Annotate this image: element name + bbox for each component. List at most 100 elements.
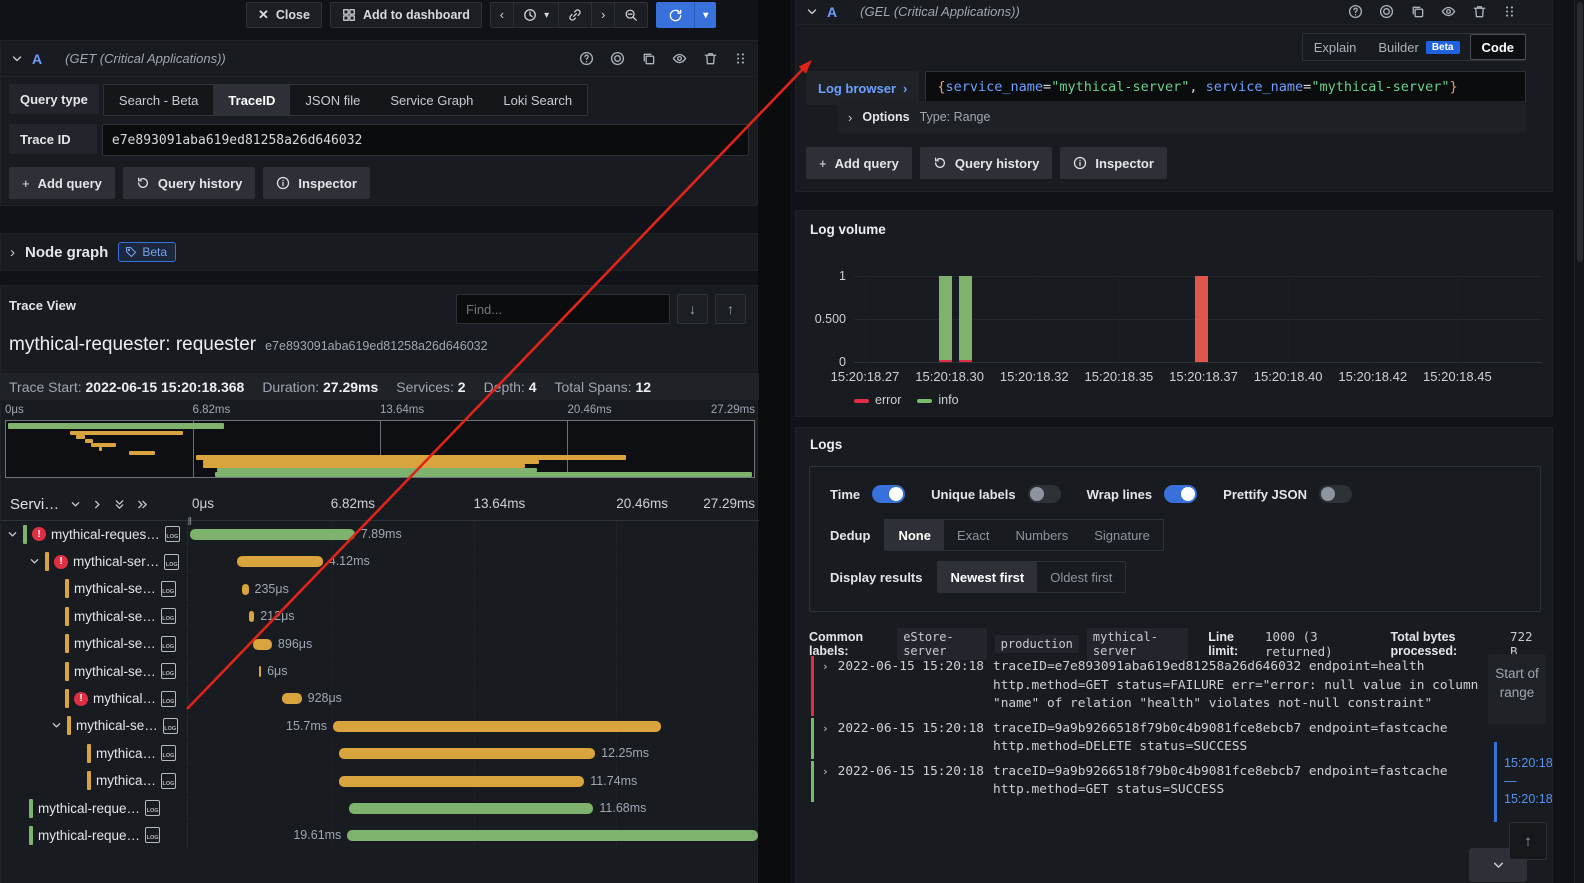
inspector-button[interactable]: Inspector — [263, 167, 370, 199]
span-row[interactable]: mythical-se… LOG 212μs — [1, 603, 759, 630]
span-logs-icon[interactable]: LOG — [161, 745, 176, 761]
span-row[interactable]: ! mythical-reques… LOG 7.89ms — [1, 521, 759, 548]
disable-query-icon[interactable] — [1379, 4, 1394, 19]
trash-icon[interactable] — [703, 51, 718, 66]
span-logs-icon[interactable]: LOG — [165, 526, 180, 542]
span-row[interactable]: mythical-se… LOG 235μs — [1, 576, 759, 603]
info-bar[interactable] — [939, 276, 952, 362]
chevron-right-icon[interactable] — [92, 499, 103, 510]
span-logs-icon[interactable]: LOG — [161, 581, 176, 597]
help-icon[interactable] — [1348, 4, 1363, 19]
log-row[interactable]: › 2022-06-15 15:20:18 traceID=9a9b926651… — [811, 761, 1487, 802]
label-chip[interactable]: production — [995, 635, 1079, 653]
drag-handle-icon[interactable] — [734, 51, 747, 66]
dedup-exact[interactable]: Exact — [944, 520, 1003, 550]
find-prev-button[interactable]: ↑ — [715, 294, 746, 324]
find-next-button[interactable]: ↓ — [677, 294, 708, 324]
help-icon[interactable] — [579, 51, 594, 66]
expand-chevron-icon[interactable]: › — [822, 720, 829, 757]
chevron-down-icon[interactable] — [70, 499, 81, 510]
mode-builder[interactable]: BuilderBeta — [1367, 34, 1470, 60]
expand-chevron-icon[interactable]: › — [822, 658, 829, 714]
time-shift-right-button[interactable]: › — [591, 2, 614, 28]
eye-icon[interactable] — [1441, 4, 1456, 19]
display-newest-first[interactable]: Newest first — [938, 562, 1038, 592]
scroll-to-top-button[interactable]: ↑ — [1509, 822, 1547, 860]
span-logs-icon[interactable]: LOG — [161, 636, 176, 652]
span-row[interactable]: mythica… LOG 12.25ms — [1, 740, 759, 767]
prettify-json-toggle[interactable] — [1319, 485, 1352, 503]
trash-icon[interactable] — [1472, 4, 1487, 19]
drag-handle-icon[interactable] — [1503, 4, 1516, 19]
span-logs-icon[interactable]: LOG — [161, 691, 176, 707]
log-volume-plot[interactable] — [854, 276, 1542, 363]
eye-icon[interactable] — [672, 51, 687, 66]
add-query-button[interactable]: +Add query — [9, 167, 115, 199]
chevron-down-icon[interactable] — [51, 720, 62, 731]
disable-query-icon[interactable] — [610, 51, 625, 66]
double-chevron-right-icon[interactable] — [136, 499, 149, 510]
refresh-interval-button[interactable]: ▾ — [695, 2, 716, 28]
span-row[interactable]: ! mythical… LOG 928μs — [1, 685, 759, 712]
node-graph-section[interactable]: › Node graph Beta — [0, 233, 758, 271]
span-row[interactable]: mythical-se… LOG 896μs — [1, 631, 759, 658]
query-row-header[interactable]: A (GEL (Critical Applications)) — [796, 0, 1552, 25]
close-split-button[interactable]: ✕ Close — [246, 2, 322, 28]
add-to-dashboard-button[interactable]: Add to dashboard — [330, 2, 482, 28]
zoom-out-button[interactable] — [614, 2, 648, 28]
span-logs-icon[interactable]: LOG — [145, 827, 160, 843]
time-toggle[interactable] — [872, 485, 905, 503]
span-row[interactable]: mythical-reque… LOG 11.68ms — [1, 795, 759, 822]
span-logs-icon[interactable]: LOG — [145, 800, 160, 816]
refresh-button[interactable] — [656, 2, 695, 28]
query-row-header[interactable]: A (GET (Critical Applications)) — [1, 41, 757, 77]
dedup-numbers[interactable]: Numbers — [1002, 520, 1081, 550]
span-row[interactable]: mythical-reque… LOG 19.61ms — [1, 822, 759, 849]
span-logs-icon[interactable]: LOG — [163, 718, 178, 734]
span-row[interactable]: mythical-se… LOG 15.7ms — [1, 713, 759, 740]
span-row[interactable]: ! mythical-ser… LOG 4.12ms — [1, 548, 759, 575]
dedup-signature[interactable]: Signature — [1081, 520, 1163, 550]
time-range-button[interactable]: ▾ — [513, 2, 558, 28]
copy-icon[interactable] — [1410, 4, 1425, 19]
span-row[interactable]: mythical-se… LOG 6μs — [1, 658, 759, 685]
span-logs-icon[interactable]: LOG — [164, 554, 179, 570]
query-history-button[interactable]: Query history — [920, 147, 1053, 179]
mode-code[interactable]: Code — [1470, 34, 1527, 60]
log-browser-button[interactable]: Log browser› — [806, 71, 919, 105]
vertical-scrollbar[interactable] — [1574, 0, 1584, 883]
legend-error[interactable]: error — [854, 393, 901, 407]
log-row[interactable]: › 2022-06-15 15:20:18 traceID=9a9b926651… — [811, 718, 1487, 759]
time-shift-left-button[interactable]: ‹ — [490, 2, 513, 28]
query-options-row[interactable]: › Options Type: Range — [838, 101, 1526, 133]
logql-query-field[interactable]: {service_name="mythical-server", service… — [925, 71, 1526, 105]
copy-icon[interactable] — [641, 51, 656, 66]
log-row[interactable]: › 2022-06-15 15:20:18 traceID=e7e893091a… — [811, 656, 1487, 716]
chevron-down-icon[interactable] — [29, 556, 40, 567]
add-query-button[interactable]: +Add query — [806, 147, 912, 179]
tab-json-file[interactable]: JSON file — [290, 85, 375, 115]
span-logs-icon[interactable]: LOG — [161, 663, 176, 679]
unique-labels-toggle[interactable] — [1028, 485, 1061, 503]
info-bar[interactable] — [959, 276, 972, 362]
service-operation-column-header[interactable]: Servi… ‖ — [1, 488, 188, 520]
display-oldest-first[interactable]: Oldest first — [1037, 562, 1125, 592]
copy-link-button[interactable] — [558, 2, 591, 28]
tab-search-beta[interactable]: Search - Beta — [104, 85, 214, 115]
tab-service-graph[interactable]: Service Graph — [375, 85, 488, 115]
span-logs-icon[interactable]: LOG — [161, 773, 176, 789]
query-history-button[interactable]: Query history — [123, 167, 256, 199]
find-input[interactable] — [456, 294, 670, 324]
trace-minimap[interactable] — [5, 420, 755, 478]
mode-explain[interactable]: Explain — [1303, 34, 1368, 60]
tab-loki-search[interactable]: Loki Search — [488, 85, 587, 115]
tab-traceid[interactable]: TraceID — [213, 85, 290, 115]
span-row[interactable]: mythica… LOG 11.74ms — [1, 768, 759, 795]
chevron-down-icon[interactable] — [7, 529, 18, 540]
wrap-lines-toggle[interactable] — [1164, 485, 1197, 503]
expand-chevron-icon[interactable]: › — [822, 763, 829, 800]
span-logs-icon[interactable]: LOG — [161, 608, 176, 624]
error-bar[interactable] — [1195, 276, 1208, 362]
double-chevron-down-icon[interactable] — [114, 498, 125, 511]
trace-id-input[interactable] — [102, 124, 749, 156]
